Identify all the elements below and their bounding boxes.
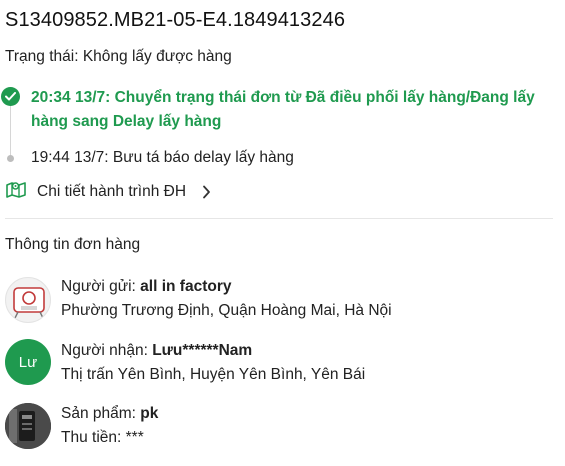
collect-value: ***: [125, 429, 144, 446]
receiver-label: Người nhận:: [61, 342, 148, 359]
sender-label: Người gửi:: [61, 278, 136, 295]
order-detail-screen: S13409852.MB21-05-E4.1849413246 Trạng th…: [0, 0, 565, 466]
map-pin-icon: [5, 179, 27, 204]
collect-label: Thu tiền:: [61, 429, 122, 446]
sender-name-line: Người gửi: all in factory: [61, 278, 231, 296]
sender-address: Phường Trương Định, Quận Hoàng Mai, Hà N…: [61, 302, 392, 319]
timeline-event-latest: 20:34 13/7: Chuyển trạng thái đơn từ Đã …: [31, 86, 551, 134]
status-value: Không lấy được hàng: [82, 48, 232, 65]
chevron-right-icon: [202, 185, 211, 199]
collect-line: Thu tiền: ***: [61, 429, 144, 447]
product-label: Sản phẩm:: [61, 405, 136, 422]
status-label: Trạng thái:: [5, 48, 79, 65]
receiver-name-line: Người nhận: Lưu******Nam: [61, 342, 252, 360]
timeline-dot: [7, 155, 14, 162]
order-code: S13409852.MB21-05-E4.1849413246: [5, 9, 346, 31]
receiver-name: Lưu******Nam: [152, 342, 253, 359]
event-text: Bưu tá báo delay lấy hàng: [112, 149, 294, 166]
timeline-connector: [10, 106, 11, 156]
product-line: Sản phẩm: pk: [61, 405, 158, 423]
event-time: 20:34 13/7:: [31, 89, 111, 106]
event-time: 19:44 13/7:: [31, 149, 109, 166]
product-thumbnail: [5, 403, 51, 449]
receiver-avatar: Lư: [5, 339, 51, 385]
sender-name: all in factory: [140, 278, 232, 295]
timeline-event: 19:44 13/7: Bưu tá báo delay lấy hàng: [31, 149, 294, 167]
order-info-title: Thông tin đơn hàng: [5, 236, 141, 253]
check-circle-icon: [1, 87, 20, 106]
section-divider: [5, 218, 553, 219]
order-status: Trạng thái: Không lấy được hàng: [5, 48, 232, 66]
route-detail-link[interactable]: Chi tiết hành trình ĐH: [5, 179, 211, 204]
route-link-label: Chi tiết hành trình ĐH: [37, 182, 187, 200]
product-name: pk: [140, 405, 159, 422]
sender-avatar: [5, 277, 51, 323]
receiver-address: Thị trấn Yên Bình, Huyện Yên Bình, Yên B…: [61, 366, 366, 383]
